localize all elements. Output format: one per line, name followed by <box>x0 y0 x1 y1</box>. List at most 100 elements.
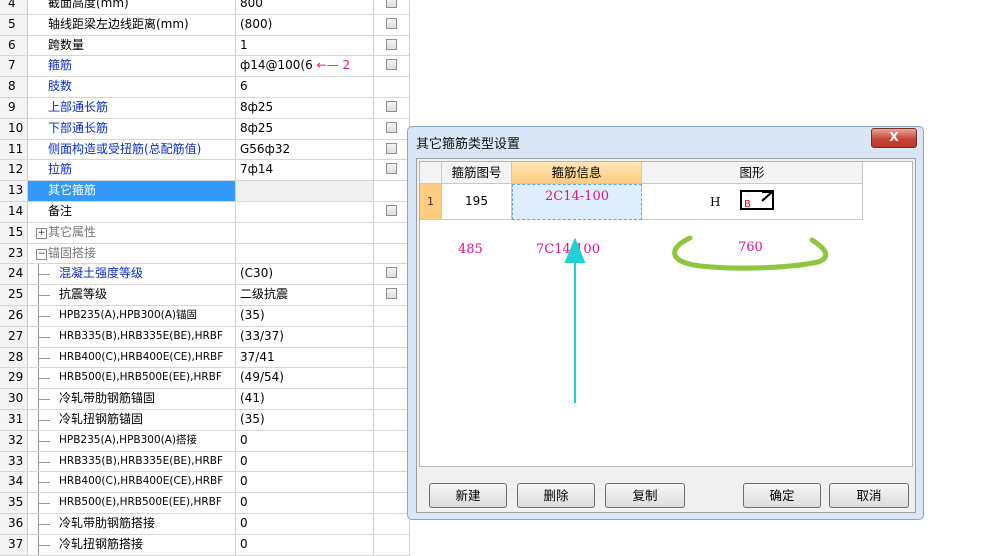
property-name[interactable]: + 其它属性 <box>28 222 236 243</box>
property-value[interactable]: 1 <box>236 35 374 56</box>
property-name[interactable]: 轴线距梁左边线距离(mm) <box>28 14 236 35</box>
checkbox[interactable] <box>386 0 397 8</box>
expand-icon[interactable]: + <box>36 227 47 239</box>
property-name[interactable]: 箍筋 <box>28 56 236 77</box>
property-name[interactable]: 其它箍筋 <box>28 181 236 201</box>
property-name[interactable]: 备注 <box>28 201 236 222</box>
checkbox[interactable] <box>386 163 397 175</box>
property-value[interactable]: 800 <box>236 0 374 14</box>
header-shape-number[interactable]: 箍筋图号 <box>442 162 512 184</box>
checkbox[interactable] <box>386 142 397 154</box>
property-value[interactable]: 6 <box>236 77 374 97</box>
property-name[interactable]: 截面高度(mm) <box>28 0 236 14</box>
checkbox[interactable] <box>386 288 397 300</box>
ok-button[interactable]: 确定 <box>743 483 821 508</box>
checkbox[interactable] <box>386 267 397 279</box>
grid-row[interactable]: 36 冷轧带肋钢筋搭接 0 <box>0 513 410 535</box>
property-value[interactable] <box>236 181 374 201</box>
property-value[interactable]: 0 <box>236 472 374 493</box>
checkbox[interactable] <box>386 59 397 71</box>
property-name[interactable]: 冷轧扭钢筋锚固 <box>28 409 236 430</box>
checkbox[interactable] <box>386 17 397 29</box>
new-button[interactable]: 新建 <box>429 483 507 508</box>
header-stirrup-info[interactable]: 箍筋信息 <box>512 162 642 184</box>
property-name[interactable]: 肢数 <box>28 77 236 97</box>
property-value[interactable]: 0 <box>236 493 374 513</box>
property-name[interactable]: HPB235(A),HPB300(A)锚固 <box>28 305 236 326</box>
grid-row[interactable]: 6 跨数量 1 <box>0 35 410 57</box>
checkbox[interactable] <box>386 121 397 133</box>
property-name[interactable]: HRB335(B),HRB335E(BE),HRBF <box>28 451 236 472</box>
grid-row[interactable]: 27 HRB335(B),HRB335E(BE),HRBF (33/37) <box>0 326 410 348</box>
header-shape[interactable]: 图形 <box>642 162 863 184</box>
grid-row[interactable]: 31 冷轧扭钢筋锚固 (35) <box>0 409 410 431</box>
property-value[interactable]: 0 <box>236 513 374 534</box>
grid-row[interactable]: 8 肢数 6 <box>0 77 410 98</box>
property-value[interactable] <box>236 243 374 264</box>
grid-row[interactable]: 25 抗震等级 二级抗震 <box>0 285 410 306</box>
property-name[interactable]: 侧面构造或受扭筋(总配筋值) <box>28 139 236 160</box>
property-name[interactable]: HPB235(A),HPB300(A)搭接 <box>28 430 236 451</box>
grid-row[interactable]: 4 截面高度(mm) 800 <box>0 0 410 15</box>
delete-button[interactable]: 删除 <box>517 483 595 508</box>
property-value[interactable]: (C30) <box>236 264 374 285</box>
property-name[interactable]: HRB400(C),HRB400E(CE),HRBF <box>28 472 236 493</box>
cell-shape-number[interactable]: 195 <box>442 184 512 220</box>
grid-row[interactable]: 30 冷轧带肋钢筋锚固 (41) <box>0 389 410 410</box>
property-value[interactable] <box>236 201 374 222</box>
property-value[interactable]: (800) <box>236 14 374 35</box>
property-value[interactable]: ф14@100(6 ←— 2 <box>236 56 374 77</box>
copy-button[interactable]: 复制 <box>605 483 685 508</box>
grid-row[interactable]: 10 下部通长筋 8ф25 <box>0 118 410 140</box>
property-value[interactable]: (35) <box>236 305 374 326</box>
grid-row[interactable]: 9 上部通长筋 8ф25 <box>0 97 410 119</box>
cancel-button[interactable]: 取消 <box>829 483 909 508</box>
property-value[interactable]: 0 <box>236 430 374 451</box>
grid-row[interactable]: 12 拉筋 7ф14 <box>0 160 410 182</box>
property-value[interactable] <box>236 222 374 243</box>
grid-row[interactable]: 32 HPB235(A),HPB300(A)搭接 0 <box>0 430 410 452</box>
grid-row[interactable]: 35 HRB500(E),HRB500E(EE),HRBF 0 <box>0 493 410 514</box>
grid-row[interactable]: 11 侧面构造或受扭筋(总配筋值) G56ф32 <box>0 139 410 161</box>
property-value[interactable]: 二级抗震 <box>236 285 374 305</box>
grid-row[interactable]: 7 箍筋 ф14@100(6 ←— 2 <box>0 56 410 78</box>
property-name[interactable]: HRB335(B),HRB335E(BE),HRBF <box>28 326 236 347</box>
property-value[interactable]: 8ф25 <box>236 118 374 139</box>
grid-row[interactable]: 37 冷轧扭钢筋搭接 0 <box>0 534 410 556</box>
property-value[interactable]: 7ф14 <box>236 160 374 181</box>
row-number[interactable]: 1 <box>420 184 442 220</box>
checkbox[interactable] <box>386 38 397 50</box>
property-value[interactable]: (41) <box>236 389 374 409</box>
close-button[interactable]: X <box>871 128 917 148</box>
grid-row[interactable]: 28 HRB400(C),HRB400E(CE),HRBF 37/41 <box>0 347 410 369</box>
grid-row[interactable]: 26 HPB235(A),HPB300(A)锚固 (35) <box>0 305 410 327</box>
property-name[interactable]: HRB500(E),HRB500E(EE),HRBF <box>28 493 236 513</box>
grid-row[interactable]: 23− 锚固搭接 <box>0 243 410 265</box>
property-name[interactable]: 冷轧带肋钢筋锚固 <box>28 389 236 409</box>
grid-row[interactable]: 24 混凝土强度等级 (C30) <box>0 264 410 286</box>
grid-row[interactable]: 33 HRB335(B),HRB335E(BE),HRBF 0 <box>0 451 410 473</box>
grid-row[interactable]: 14 备注 <box>0 201 410 223</box>
property-value[interactable]: 8ф25 <box>236 97 374 118</box>
property-value[interactable]: (49/54) <box>236 368 374 389</box>
grid-row[interactable]: 5 轴线距梁左边线距离(mm) (800) <box>0 14 410 36</box>
property-name[interactable]: 抗震等级 <box>28 285 236 305</box>
property-value[interactable]: (35) <box>236 409 374 430</box>
grid-row[interactable]: 13 其它箍筋 <box>0 181 410 202</box>
property-name[interactable]: 上部通长筋 <box>28 97 236 118</box>
property-name[interactable]: 拉筋 <box>28 160 236 181</box>
property-name[interactable]: − 锚固搭接 <box>28 243 236 264</box>
collapse-icon[interactable]: − <box>36 248 47 260</box>
property-name[interactable]: 下部通长筋 <box>28 118 236 139</box>
property-name[interactable]: HRB500(E),HRB500E(EE),HRBF <box>28 368 236 389</box>
property-name[interactable]: 混凝土强度等级 <box>28 264 236 285</box>
property-name[interactable]: 冷轧带肋钢筋搭接 <box>28 513 236 534</box>
grid-row[interactable]: 29 HRB500(E),HRB500E(EE),HRBF (49/54) <box>0 368 410 390</box>
checkbox[interactable] <box>386 204 397 216</box>
property-value[interactable]: 0 <box>236 451 374 472</box>
property-name[interactable]: HRB400(C),HRB400E(CE),HRBF <box>28 347 236 368</box>
property-value[interactable]: 0 <box>236 534 374 555</box>
property-value[interactable]: G56ф32 <box>236 139 374 160</box>
property-value[interactable]: (33/37) <box>236 326 374 347</box>
grid-row[interactable]: 34 HRB400(C),HRB400E(CE),HRBF 0 <box>0 472 410 494</box>
